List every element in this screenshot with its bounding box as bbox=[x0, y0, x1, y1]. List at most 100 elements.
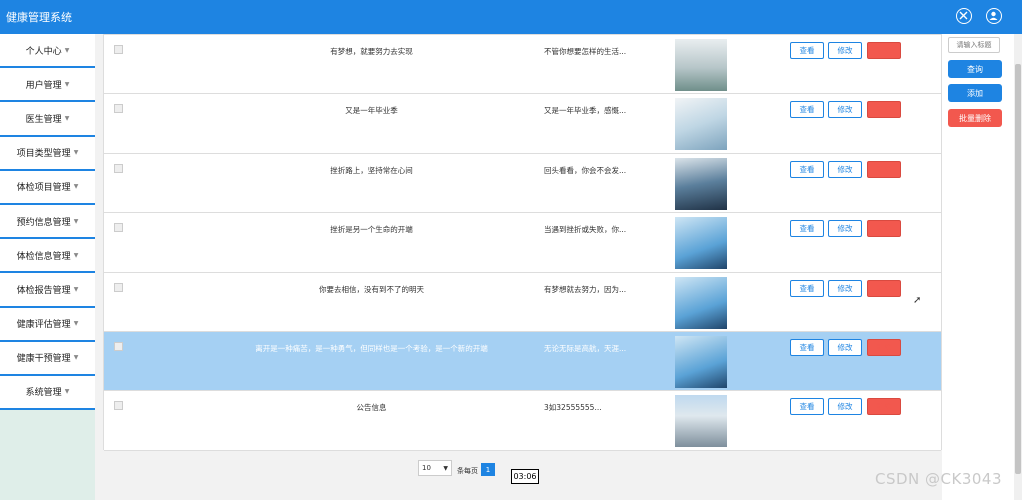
page-size-value: 10 bbox=[422, 464, 431, 472]
sidebar-item-label: 用户管理 bbox=[25, 80, 62, 91]
delete-button[interactable]: 删除 bbox=[867, 101, 901, 119]
sidebar-item-exam-report-management[interactable]: 体检报告管理 ▼ bbox=[0, 273, 95, 308]
row-checkbox[interactable] bbox=[114, 163, 123, 173]
sidebar-item-label: 健康干预管理 bbox=[16, 354, 71, 365]
edit-button[interactable]: 修改 bbox=[828, 339, 862, 356]
row-content: 有梦想就去努力，因为... bbox=[544, 284, 627, 294]
sidebar-item-appointment-management[interactable]: 预约信息管理 ▼ bbox=[0, 205, 95, 240]
delete-button[interactable]: 删除 bbox=[867, 160, 901, 178]
edit-button[interactable]: 修改 bbox=[828, 279, 862, 297]
sidebar-item-label: 医生管理 bbox=[25, 114, 62, 125]
table-row: 挫折是另一个生命的开端 当遇到挫折或失败，你... 查看 修改 删除 bbox=[104, 213, 941, 273]
scrollbar[interactable] bbox=[1014, 34, 1022, 500]
sidebar-item-user-management[interactable]: 用户管理 ▼ bbox=[0, 68, 95, 103]
sidebar-item-exam-project-management[interactable]: 体检项目管理 ▼ bbox=[0, 171, 95, 205]
caret-down-icon: ▼ bbox=[73, 354, 79, 362]
row-title: 有梦想，就要努力去实现 bbox=[330, 47, 413, 56]
row-content: 3如32555555... bbox=[544, 403, 602, 413]
sidebar-item-doctor-management[interactable]: 医生管理 ▼ bbox=[0, 102, 95, 137]
row-thumbnail-image bbox=[675, 217, 727, 270]
delete-button[interactable]: 删除 bbox=[867, 42, 901, 59]
app-title: 健康管理系统 bbox=[6, 11, 72, 24]
row-checkbox[interactable] bbox=[114, 282, 123, 292]
caret-down-icon: ▼ bbox=[73, 320, 79, 328]
table-row: 有梦想，就要努力去实现 不管你想要怎样的生活... 查看 修改 删除 bbox=[104, 35, 941, 95]
view-button[interactable]: 查看 bbox=[790, 339, 824, 356]
delete-button[interactable]: 删除 bbox=[867, 220, 901, 238]
sidebar-item-health-intervention-management[interactable]: 健康干预管理 ▼ bbox=[0, 342, 95, 376]
sidebar-item-label: 项目类型管理 bbox=[16, 149, 71, 160]
view-button[interactable]: 查看 bbox=[790, 398, 824, 416]
row-checkbox[interactable] bbox=[114, 342, 123, 351]
sidebar-item-health-assessment-management[interactable]: 健康评估管理 ▼ bbox=[0, 308, 95, 342]
sidebar-item-label: 健康评估管理 bbox=[16, 320, 71, 331]
row-content: 又是一年毕业季，感慨... bbox=[544, 106, 627, 116]
table-row-selected: 离开是一种痛苦，是一种勇气，但同样也是一个考验，是一个新的开端 无论无际是高航，… bbox=[104, 332, 941, 392]
edit-button[interactable]: 修改 bbox=[828, 160, 862, 178]
row-content: 当遇到挫折或失败，你... bbox=[544, 225, 627, 235]
row-checkbox[interactable] bbox=[114, 223, 123, 233]
row-title: 你要去相信，没有到不了的明天 bbox=[319, 284, 424, 294]
page-number-button[interactable]: 1 bbox=[481, 463, 495, 476]
row-checkbox[interactable] bbox=[114, 401, 123, 411]
table-row: 又是一年毕业季 又是一年毕业季，感慨... 查看 修改 删除 bbox=[104, 94, 941, 154]
batch-delete-button[interactable]: 批量删除 bbox=[948, 109, 1002, 127]
sidebar-item-system-management[interactable]: 系统管理 ▼ bbox=[0, 376, 95, 411]
row-title: 挫折路上，坚持常在心间 bbox=[330, 165, 413, 175]
row-title: 挫折是另一个生命的开端 bbox=[330, 225, 413, 235]
sidebar-item-label: 系统管理 bbox=[25, 388, 62, 399]
view-button[interactable]: 查看 bbox=[790, 220, 824, 238]
caret-down-icon: ▼ bbox=[73, 285, 79, 293]
edit-button[interactable]: 修改 bbox=[828, 398, 862, 416]
per-page-label: 条每页 bbox=[457, 467, 478, 475]
sidebar-item-label: 预约信息管理 bbox=[16, 217, 71, 228]
table-row: 公告信息 3如32555555... 查看 修改 删除 bbox=[104, 391, 941, 451]
top-bar: 健康管理系统 bbox=[0, 0, 1022, 34]
view-button[interactable]: 查看 bbox=[790, 101, 824, 119]
mouse-cursor-icon: ➚ bbox=[913, 295, 922, 306]
edit-button[interactable]: 修改 bbox=[828, 220, 862, 238]
sidebar-item-exam-info-management[interactable]: 体检信息管理 ▼ bbox=[0, 239, 95, 274]
view-button[interactable]: 查看 bbox=[790, 160, 824, 178]
video-timer: 03:06 bbox=[511, 469, 539, 484]
delete-button[interactable]: 删除 bbox=[867, 398, 901, 416]
row-content: 回头看看，你会不会发... bbox=[544, 165, 627, 175]
row-thumbnail-image bbox=[675, 98, 727, 151]
caret-down-icon: ▼ bbox=[64, 80, 70, 88]
delete-button[interactable]: 删除 bbox=[867, 339, 901, 356]
row-checkbox[interactable] bbox=[114, 104, 123, 114]
announcement-table: 有梦想，就要努力去实现 不管你想要怎样的生活... 查看 修改 删除 又是一年毕… bbox=[103, 34, 942, 451]
row-thumbnail-image bbox=[675, 157, 727, 210]
row-thumbnail-image bbox=[675, 336, 727, 388]
table-row: 你要去相信，没有到不了的明天 有梦想就去努力，因为... 查看 修改 删除 bbox=[104, 272, 941, 332]
sidebar-item-label: 体检项目管理 bbox=[16, 183, 71, 194]
view-button[interactable]: 查看 bbox=[790, 42, 824, 59]
edit-button[interactable]: 修改 bbox=[828, 42, 862, 59]
row-checkbox[interactable] bbox=[114, 45, 123, 54]
sidebar-item-personal-center[interactable]: 个人中心 ▼ bbox=[0, 34, 95, 69]
user-icon[interactable] bbox=[986, 8, 1002, 24]
add-button[interactable]: 添加 bbox=[948, 84, 1002, 102]
row-thumbnail-image bbox=[675, 39, 727, 91]
caret-down-icon: ▼ bbox=[73, 183, 79, 191]
caret-down-icon: ▼ bbox=[64, 388, 70, 396]
search-input[interactable] bbox=[948, 37, 1000, 53]
delete-button[interactable]: 删除 bbox=[867, 279, 901, 297]
row-thumbnail-image bbox=[675, 276, 727, 329]
fullscreen-icon[interactable] bbox=[956, 8, 972, 24]
edit-button[interactable]: 修改 bbox=[828, 101, 862, 119]
table-row: 挫折路上，坚持常在心间 回头看看，你会不会发... 查看 修改 删除 bbox=[104, 153, 941, 214]
view-button[interactable]: 查看 bbox=[790, 279, 824, 297]
scrollbar-thumb[interactable] bbox=[1015, 64, 1021, 474]
row-title: 公告信息 bbox=[356, 403, 387, 413]
row-content: 无论无际是高航，天涯... bbox=[544, 344, 627, 353]
sidebar-item-label: 个人中心 bbox=[25, 46, 62, 57]
caret-down-icon: ▼ bbox=[64, 46, 70, 54]
query-button[interactable]: 查询 bbox=[948, 60, 1002, 78]
watermark: CSDN @CK3043 bbox=[875, 470, 1003, 488]
sidebar-item-project-type-management[interactable]: 项目类型管理 ▼ bbox=[0, 137, 95, 171]
sidebar-item-label: 体检信息管理 bbox=[16, 251, 71, 262]
page-size-select[interactable]: 10 ▼ bbox=[418, 460, 452, 476]
caret-down-icon: ▼ bbox=[73, 251, 79, 259]
sidebar-menu: 个人中心 ▼ 用户管理 ▼ 医生管理 ▼ 项目类型管理 ▼ 体检项目管理 ▼ 预约信息管理… bbox=[0, 34, 95, 411]
